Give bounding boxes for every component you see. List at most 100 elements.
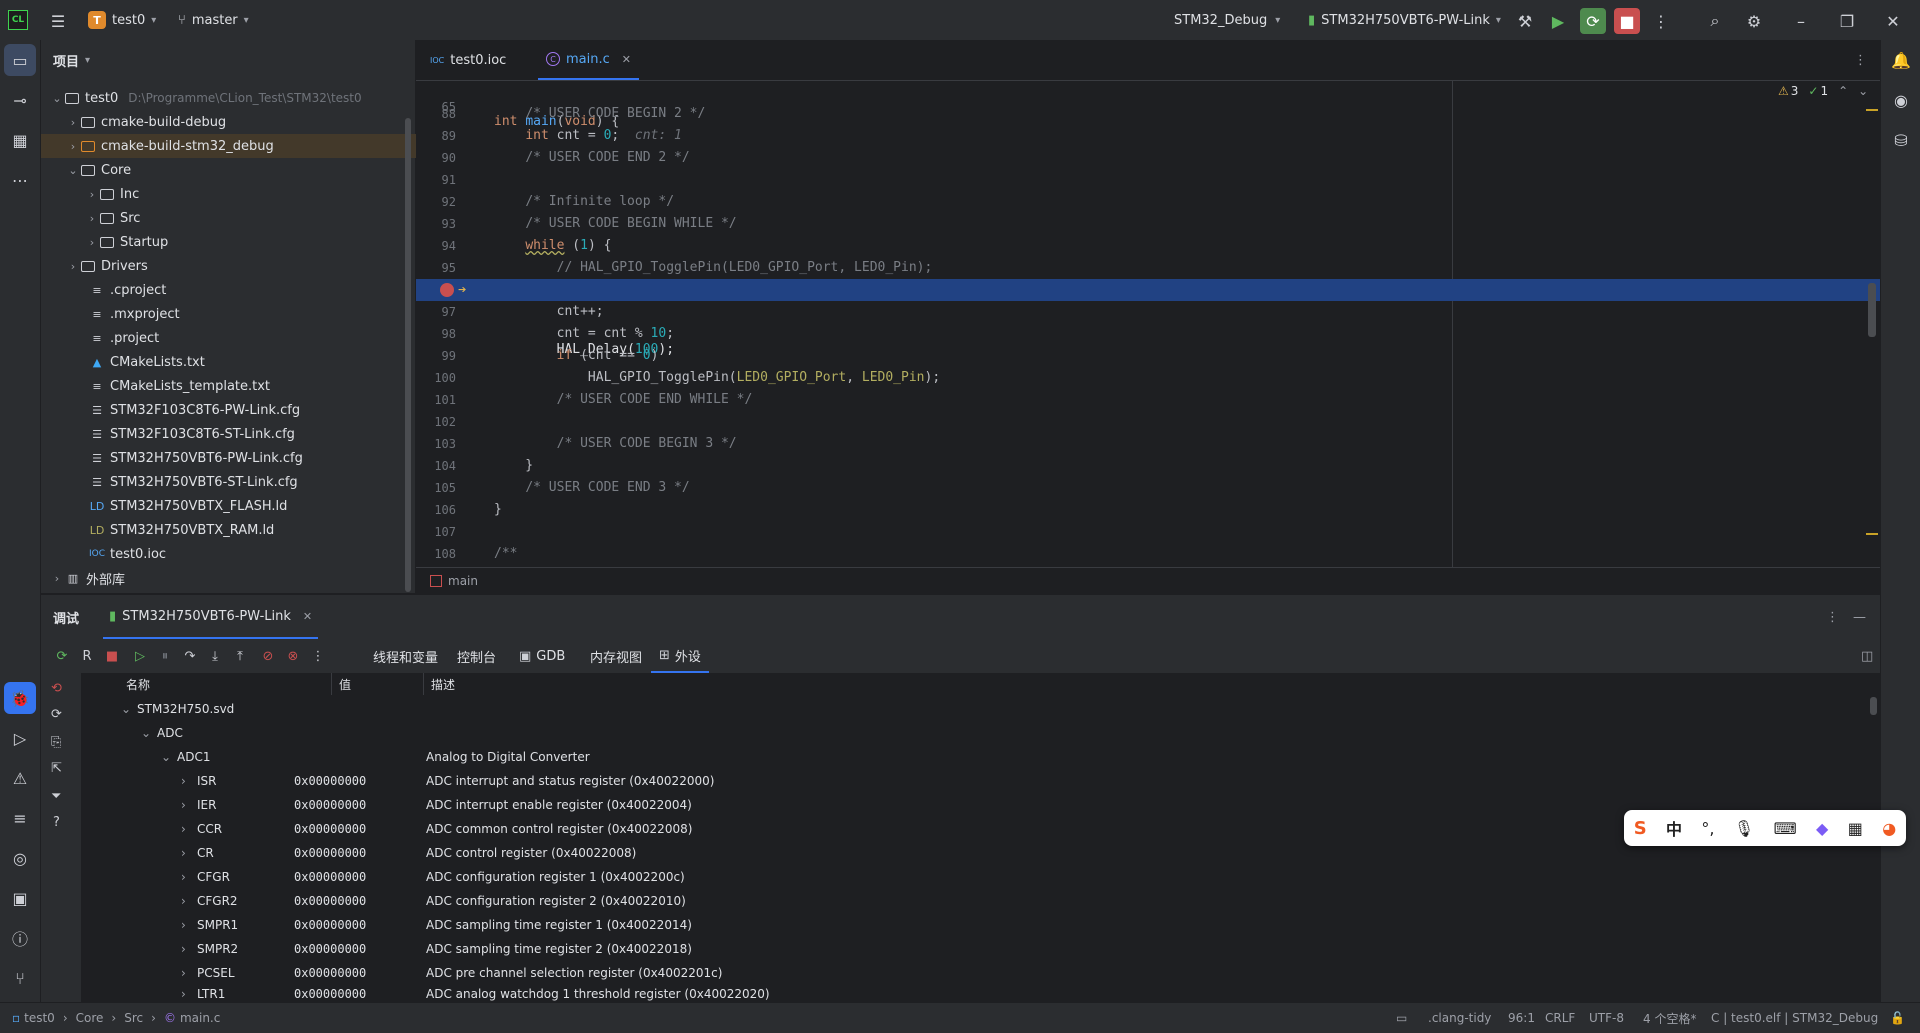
run-play-icon[interactable]: ▷ <box>4 722 36 754</box>
pause-icon[interactable]: ⏸ <box>154 645 176 667</box>
code-editor[interactable]: 65 int main(void) { ⚠ 3 ✓ 1 ⌃ ⌄ 88 /* USER… <box>416 81 1880 567</box>
more-vertical-icon[interactable]: ⋮ <box>307 645 329 667</box>
step-out-icon[interactable]: ⤒ <box>229 645 251 667</box>
keyboard-icon[interactable]: ⌨ <box>1774 819 1797 838</box>
editor-scrollbar[interactable] <box>1868 283 1876 337</box>
table-row[interactable]: › SMPR2 0x00000000 ADC sampling time reg… <box>81 937 1920 961</box>
terminal-icon[interactable]: ▣ <box>4 882 36 914</box>
tree-item-cmakelists-template[interactable]: ≡ CMakeLists_template.txt <box>41 374 463 398</box>
table-row[interactable]: ⌄ STM32H750.svd <box>81 697 1920 721</box>
debug-bug-icon[interactable]: 🐞 <box>4 682 36 714</box>
toolbox-grid-icon[interactable]: ▦ <box>1848 819 1863 838</box>
stop-icon[interactable]: ■ <box>101 645 123 667</box>
more-vertical-icon[interactable]: ⋮ <box>1648 8 1674 34</box>
messages-icon[interactable]: ≡ <box>4 802 36 834</box>
step-over-icon[interactable]: ↷ <box>179 645 201 667</box>
build-hammer-icon[interactable]: ⚒ <box>1512 8 1538 34</box>
tab-main-c[interactable]: C main.c ✕ <box>538 40 639 80</box>
ai-assistant-icon[interactable]: ◉ <box>1885 84 1917 116</box>
tree-item-cmakelists[interactable]: ▲ CMakeLists.txt <box>41 350 463 374</box>
tree-item-inc[interactable]: › Inc <box>41 182 458 206</box>
tab-memory-view[interactable]: 内存视图 <box>590 639 642 673</box>
status-linter[interactable]: .clang-tidy <box>1428 1003 1491 1033</box>
project-folder-icon[interactable]: ▭ <box>4 44 36 76</box>
restore-icon[interactable]: ❐ <box>1834 8 1860 34</box>
status-indent[interactable]: 4 个空格* <box>1643 1003 1696 1033</box>
tab-threads-variables[interactable]: 线程和变量 <box>373 639 438 673</box>
tree-item-flash-ld[interactable]: LD STM32H750VBTX_FLASH.ld <box>41 494 463 518</box>
main-menu-icon[interactable]: ☰ <box>45 8 71 34</box>
tree-item-core[interactable]: ⌄ Core <box>41 158 439 182</box>
table-row[interactable]: ⌄ ADC1 Analog to Digital Converter <box>81 745 1920 769</box>
rerun-icon[interactable]: ⟳ <box>51 645 73 667</box>
close-tab-icon[interactable]: ✕ <box>622 53 631 66</box>
services-icon[interactable]: ◎ <box>4 842 36 874</box>
column-header-name[interactable]: 名称 <box>126 673 150 695</box>
close-tab-icon[interactable]: ✕ <box>303 610 312 623</box>
sogou-logo-icon[interactable]: S <box>1634 818 1647 839</box>
commit-icon[interactable]: ⊸ <box>4 84 36 116</box>
table-row[interactable]: › CFGR2 0x00000000 ADC configuration reg… <box>81 889 1920 913</box>
table-row[interactable]: › ISR 0x00000000 ADC interrupt and statu… <box>81 769 1920 793</box>
crumb-project[interactable]: test0 <box>24 1011 55 1025</box>
breadcrumb-function[interactable]: main <box>448 574 478 588</box>
tree-item-cfg-f103-st[interactable]: ☰ STM32F103C8T6-ST-Link.cfg <box>41 422 463 446</box>
tree-item-src[interactable]: › Src <box>41 206 458 230</box>
close-window-icon[interactable]: ✕ <box>1880 8 1906 34</box>
status-context[interactable]: C | test0.elf | STM32_Debug <box>1711 1003 1878 1033</box>
table-row[interactable]: › PCSEL 0x00000000 ADC pre channel selec… <box>81 961 1920 985</box>
tree-item-startup[interactable]: › Startup <box>41 230 458 254</box>
warning-stripe-marker[interactable] <box>1866 109 1878 111</box>
crumb-core[interactable]: Core <box>76 1011 104 1025</box>
table-row[interactable]: ⌄ ADC <box>81 721 1920 745</box>
table-row[interactable]: › CFGR 0x00000000 ADC configuration regi… <box>81 865 1920 889</box>
git-icon[interactable]: ⑂ <box>4 962 36 994</box>
problems-icon[interactable]: ⓘ <box>4 922 36 954</box>
layout-icon[interactable]: ◫ <box>1861 639 1873 673</box>
tab-gdb[interactable]: ▣ GDB <box>519 639 565 673</box>
project-switcher[interactable]: T test0 ▾ <box>88 0 156 40</box>
chevron-down-icon[interactable]: ⌄ <box>1858 84 1868 98</box>
column-divider[interactable] <box>423 673 424 695</box>
copy-icon[interactable]: ⎘ <box>51 735 61 750</box>
crumb-src[interactable]: Src <box>124 1011 143 1025</box>
tab-console[interactable]: 控制台 <box>457 639 496 673</box>
folder-icon[interactable]: ▭ <box>1396 1003 1407 1033</box>
rerun-debug-icon[interactable]: ⟳ <box>1580 8 1606 34</box>
structure-icon[interactable]: ▦ <box>4 124 36 156</box>
tree-item-cproject[interactable]: ≡ .cproject <box>41 278 463 302</box>
tree-item-external-libs[interactable]: › ▥ 外部库 <box>41 566 423 590</box>
minimize-icon[interactable]: – <box>1788 8 1814 34</box>
settings-gear-icon[interactable]: ⚙ <box>1741 8 1767 34</box>
chevron-up-icon[interactable]: ⌃ <box>1838 84 1848 98</box>
tab-peripherals[interactable]: ⊞ 外设 <box>651 639 709 673</box>
branch-switcher[interactable]: ⑂ master ▾ <box>178 0 249 40</box>
mute-breakpoints-icon[interactable]: ⊗ <box>282 645 304 667</box>
more-vertical-icon[interactable]: ⋮ <box>1854 40 1867 80</box>
run-target-selector[interactable]: ▮ STM32H750VBT6-PW-Link ▾ <box>1308 0 1501 40</box>
tree-item-project[interactable]: ≡ .project <box>41 326 463 350</box>
refresh-svd-icon[interactable]: ⟲ <box>51 681 62 696</box>
warning-stripe-marker[interactable] <box>1866 533 1878 535</box>
status-position[interactable]: 96:1 <box>1508 1003 1535 1033</box>
view-breakpoints-icon[interactable]: ⊘ <box>257 645 279 667</box>
inspection-widget[interactable]: ⚠ 3 ✓ 1 ⌃ ⌄ <box>1778 84 1868 98</box>
ime-mode-indicator[interactable]: 中 <box>1666 816 1682 840</box>
step-into-icon[interactable]: ⤓ <box>204 645 226 667</box>
crumb-file[interactable]: main.c <box>180 1011 220 1025</box>
sync-icon[interactable]: ⟳ <box>51 707 62 722</box>
table-scrollbar[interactable] <box>1870 697 1877 715</box>
reset-icon[interactable]: R <box>76 645 98 667</box>
punctuation-icon[interactable]: °, <box>1701 819 1714 838</box>
lock-icon[interactable]: 🔓 <box>1890 1003 1905 1033</box>
notifications-bell-icon[interactable]: 🔔 <box>1885 44 1917 76</box>
project-scrollbar[interactable] <box>405 118 411 592</box>
export-icon[interactable]: ⇱ <box>51 761 62 776</box>
skin-icon[interactable]: ◆ <box>1816 819 1828 838</box>
tree-item-drivers[interactable]: › Drivers <box>41 254 439 278</box>
breakpoint-icon[interactable] <box>440 283 454 297</box>
status-line-separator[interactable]: CRLF <box>1545 1003 1575 1033</box>
tree-item-cfg-h750-pw[interactable]: ☰ STM32H750VBT6-PW-Link.cfg <box>41 446 463 470</box>
search-icon[interactable]: ⌕ <box>1702 8 1728 34</box>
status-encoding[interactable]: UTF-8 <box>1589 1003 1624 1033</box>
